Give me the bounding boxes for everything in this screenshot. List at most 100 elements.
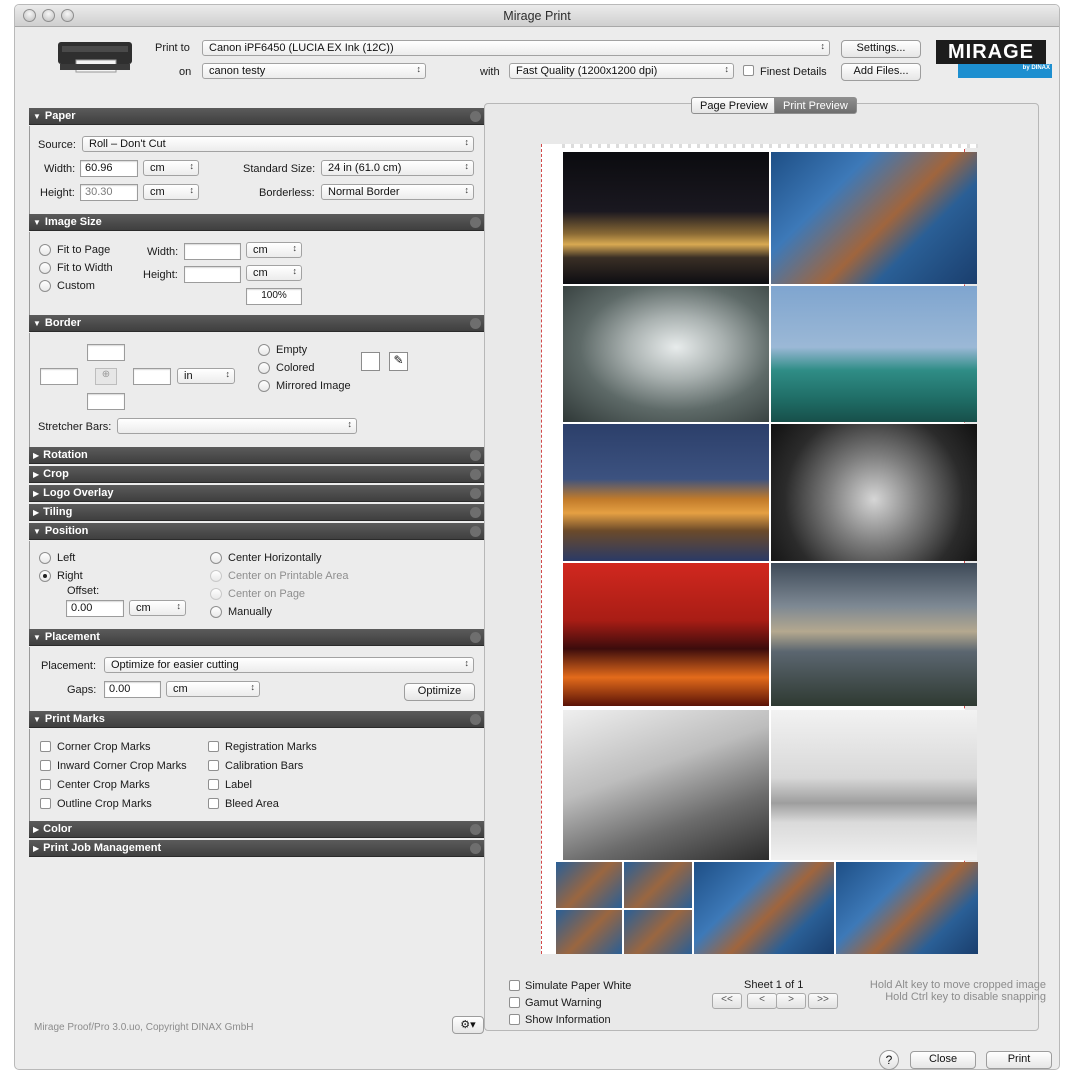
image-width-unit-select[interactable]: cm bbox=[246, 242, 302, 258]
help-icon[interactable] bbox=[470, 318, 481, 329]
help-icon[interactable] bbox=[470, 469, 481, 480]
paper-width-field[interactable]: 60.96 bbox=[80, 160, 138, 177]
print-button[interactable]: Print bbox=[986, 1051, 1052, 1069]
photo-thumbnail[interactable] bbox=[694, 862, 834, 954]
section-image-size-header[interactable]: ▼ Image Size bbox=[29, 214, 485, 231]
photo-thumbnail[interactable] bbox=[563, 424, 769, 561]
photo-thumbnail[interactable] bbox=[771, 563, 977, 706]
center-horizontally-radio[interactable] bbox=[210, 552, 222, 564]
photo-thumbnail[interactable] bbox=[563, 710, 769, 860]
photo-thumbnail[interactable] bbox=[563, 563, 769, 706]
photo-thumbnail[interactable] bbox=[836, 862, 978, 954]
calibration-bars-checkbox[interactable] bbox=[208, 760, 219, 771]
gaps-unit-select[interactable]: cm bbox=[166, 681, 260, 697]
section-tiling-header[interactable]: ▶ Tiling bbox=[29, 504, 485, 521]
fit-to-width-radio[interactable] bbox=[39, 262, 51, 274]
help-icon[interactable] bbox=[470, 450, 481, 461]
last-sheet-button[interactable]: >> bbox=[808, 993, 838, 1009]
corner-crop-checkbox[interactable] bbox=[40, 741, 51, 752]
label-checkbox[interactable] bbox=[208, 779, 219, 790]
help-icon[interactable] bbox=[470, 714, 481, 725]
border-unit-select[interactable]: in bbox=[177, 368, 235, 384]
section-color-header[interactable]: ▶ Color bbox=[29, 821, 485, 838]
placement-select[interactable]: Optimize for easier cutting bbox=[104, 657, 474, 673]
settings-button[interactable]: Settings... bbox=[841, 40, 921, 58]
section-print-job-management-header[interactable]: ▶ Print Job Management bbox=[29, 840, 485, 857]
show-information-checkbox[interactable] bbox=[509, 1014, 520, 1025]
add-files-button[interactable]: Add Files... bbox=[841, 63, 921, 81]
gamut-warning-checkbox[interactable] bbox=[509, 997, 520, 1008]
image-height-field[interactable] bbox=[184, 266, 241, 283]
standard-size-select[interactable]: 24 in (61.0 cm) bbox=[321, 160, 474, 176]
photo-thumbnail[interactable] bbox=[563, 152, 769, 284]
custom-radio[interactable] bbox=[39, 280, 51, 292]
registration-marks-checkbox[interactable] bbox=[208, 741, 219, 752]
center-page-radio[interactable] bbox=[210, 588, 222, 600]
help-icon[interactable] bbox=[470, 217, 481, 228]
printer-select[interactable]: Canon iPF6450 (LUCIA EX Ink (12C)) bbox=[202, 40, 830, 56]
paper-width-unit-select[interactable]: cm bbox=[143, 160, 199, 176]
optimize-button[interactable]: Optimize bbox=[404, 683, 475, 701]
help-icon[interactable] bbox=[470, 632, 481, 643]
tab-page-preview[interactable]: Page Preview bbox=[691, 97, 777, 114]
scale-percent-field[interactable]: 100% bbox=[246, 288, 302, 305]
next-sheet-button[interactable]: > bbox=[776, 993, 806, 1009]
section-border-header[interactable]: ▼ Border bbox=[29, 315, 485, 332]
photo-thumbnail[interactable] bbox=[771, 152, 977, 284]
section-placement-header[interactable]: ▼ Placement bbox=[29, 629, 485, 646]
queue-select[interactable]: canon testy bbox=[202, 63, 426, 79]
outline-crop-checkbox[interactable] bbox=[40, 798, 51, 809]
position-right-radio[interactable] bbox=[39, 570, 51, 582]
center-crop-checkbox[interactable] bbox=[40, 779, 51, 790]
section-crop-header[interactable]: ▶ Crop bbox=[29, 466, 485, 483]
photo-thumbnail[interactable] bbox=[771, 710, 977, 860]
eyedropper-icon[interactable]: ✎ bbox=[389, 352, 408, 371]
section-position-header[interactable]: ▼ Position bbox=[29, 523, 485, 540]
border-link-icon[interactable]: ⊕ bbox=[95, 368, 117, 385]
section-rotation-header[interactable]: ▶ Rotation bbox=[29, 447, 485, 464]
photo-thumbnail[interactable] bbox=[563, 286, 769, 422]
gaps-field[interactable]: 0.00 bbox=[104, 681, 161, 698]
close-button[interactable]: Close bbox=[910, 1051, 976, 1069]
offset-field[interactable]: 0.00 bbox=[66, 600, 124, 617]
section-print-marks-header[interactable]: ▼ Print Marks bbox=[29, 711, 485, 728]
border-left-field[interactable] bbox=[40, 368, 78, 385]
finest-details-checkbox[interactable] bbox=[743, 65, 754, 76]
border-colored-radio[interactable] bbox=[258, 362, 270, 374]
tab-print-preview[interactable]: Print Preview bbox=[774, 97, 857, 114]
help-icon[interactable] bbox=[470, 507, 481, 518]
photo-thumbnail[interactable] bbox=[771, 424, 977, 561]
source-select[interactable]: Roll – Don't Cut bbox=[82, 136, 474, 152]
border-empty-radio[interactable] bbox=[258, 344, 270, 356]
offset-unit-select[interactable]: cm bbox=[129, 600, 186, 616]
photo-thumbnail[interactable] bbox=[624, 910, 692, 954]
manually-radio[interactable] bbox=[210, 606, 222, 618]
help-icon[interactable] bbox=[470, 843, 481, 854]
first-sheet-button[interactable]: << bbox=[712, 993, 742, 1009]
help-question-icon[interactable]: ? bbox=[879, 1050, 899, 1070]
center-printable-radio[interactable] bbox=[210, 570, 222, 582]
borderless-select[interactable]: Normal Border bbox=[321, 184, 474, 200]
border-color-well[interactable] bbox=[361, 352, 380, 371]
help-icon[interactable] bbox=[470, 111, 481, 122]
border-mirrored-radio[interactable] bbox=[258, 380, 270, 392]
section-paper-header[interactable]: ▼ Paper bbox=[29, 108, 485, 125]
image-width-field[interactable] bbox=[184, 243, 241, 260]
image-height-unit-select[interactable]: cm bbox=[246, 265, 302, 281]
photo-thumbnail[interactable] bbox=[624, 862, 692, 908]
photo-thumbnail[interactable] bbox=[771, 286, 977, 422]
simulate-paper-white-checkbox[interactable] bbox=[509, 980, 520, 991]
inward-corner-crop-checkbox[interactable] bbox=[40, 760, 51, 771]
section-logo-overlay-header[interactable]: ▶ Logo Overlay bbox=[29, 485, 485, 502]
prev-sheet-button[interactable]: < bbox=[747, 993, 777, 1009]
help-icon[interactable] bbox=[470, 824, 481, 835]
paper-height-unit-select[interactable]: cm bbox=[143, 184, 199, 200]
border-top-field[interactable] bbox=[87, 344, 125, 361]
bleed-area-checkbox[interactable] bbox=[208, 798, 219, 809]
position-left-radio[interactable] bbox=[39, 552, 51, 564]
photo-thumbnail[interactable] bbox=[556, 910, 622, 954]
border-bottom-field[interactable] bbox=[87, 393, 125, 410]
photo-thumbnail[interactable] bbox=[556, 862, 622, 908]
gear-menu-icon[interactable]: ⚙▾ bbox=[452, 1016, 484, 1034]
quality-select[interactable]: Fast Quality (1200x1200 dpi) bbox=[509, 63, 734, 79]
